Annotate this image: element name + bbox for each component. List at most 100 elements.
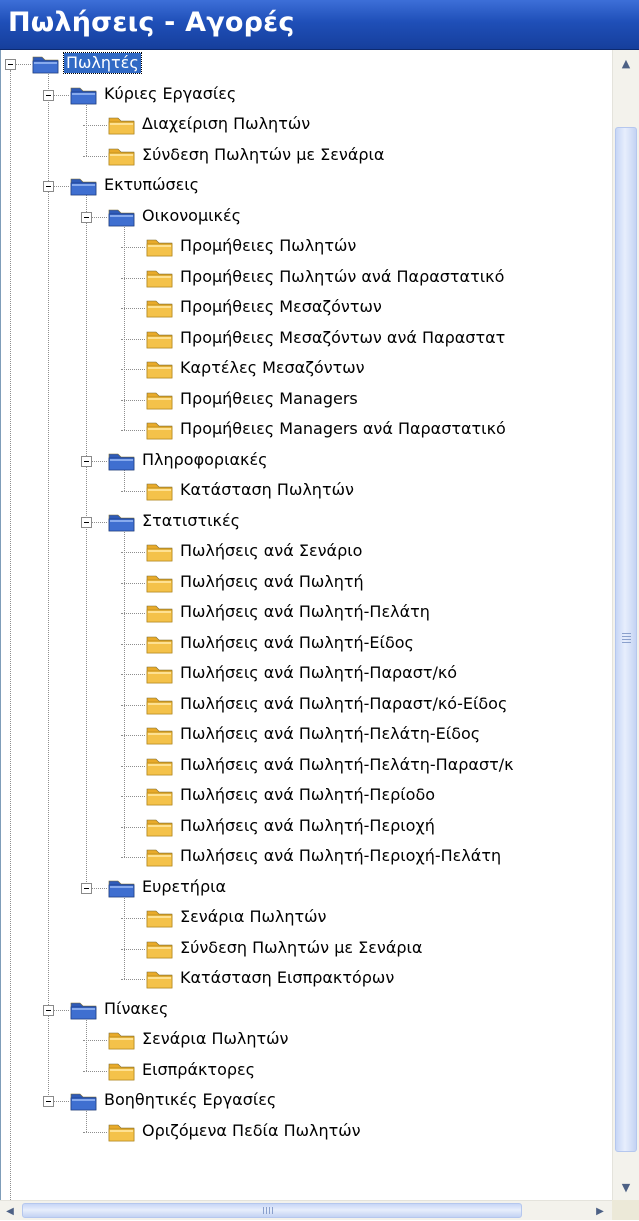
tree-item[interactable]: Εκτυπώσεις — [1, 171, 613, 201]
vertical-scroll-thumb[interactable] — [615, 127, 637, 1152]
tree-item[interactable]: Προμήθειες Μεσαζόντων ανά Παραστατ — [1, 324, 613, 354]
tree-item-label: Προμήθειες Μεσαζόντων ανά Παραστατ — [180, 327, 506, 347]
tree-item[interactable]: Πληροφοριακές — [1, 446, 613, 476]
scroll-left-button[interactable]: ◀ — [0, 1201, 20, 1221]
collapse-toggle[interactable] — [43, 1004, 54, 1016]
tree-item[interactable]: Πωλήσεις ανά Πωλητή-Περιοχή-Πελάτη — [1, 842, 613, 872]
tree-item[interactable]: Πωλήσεις ανά Πωλητή-Είδος — [1, 629, 613, 659]
tree-item[interactable]: Πίνακες — [1, 995, 613, 1025]
tree-item[interactable]: Κύριες Εργασίες — [1, 80, 613, 110]
scroll-left-arrow-icon: ◀ — [6, 1205, 14, 1217]
collapse-toggle[interactable] — [5, 59, 16, 70]
scroll-down-button[interactable]: ▼ — [613, 1174, 639, 1200]
tree-item-label: Πωλήσεις ανά Πωλητή-Πελάτη-Είδος — [180, 724, 481, 743]
folder-blue-icon — [107, 511, 137, 533]
folder-yellow-icon — [145, 602, 175, 624]
folder-yellow-icon — [145, 724, 175, 746]
tree-item-label: Προμήθειες Πωλητών ανά Παραστατικό — [180, 266, 505, 286]
folder-blue-icon — [107, 450, 137, 472]
folder-blue-icon — [69, 175, 99, 197]
horizontal-scrollbar[interactable]: ◀ ▶ — [0, 1200, 612, 1220]
tree-item-label: Προμήθειες Μεσαζόντων — [180, 297, 382, 316]
tree-item[interactable]: Σύνδεση Πωλητών με Σενάρια — [1, 934, 613, 964]
tree-item-label: Βοηθητικές Εργασίες — [104, 1090, 277, 1109]
tree-item[interactable]: Πωλήσεις ανά Πωλητή-Περιοχή — [1, 812, 613, 842]
scroll-right-button[interactable]: ▶ — [590, 1201, 610, 1221]
tree-item-label: Πωλήσεις ανά Πωλητή-Πελάτη-Παραστ/κ — [180, 754, 514, 774]
tree-item[interactable]: Καρτέλες Μεσαζόντων — [1, 354, 613, 384]
tree-item-label: Πωλητές — [63, 52, 142, 74]
collapse-toggle[interactable] — [43, 181, 54, 192]
scroll-up-button[interactable]: ▲ — [613, 50, 639, 76]
tree-item-label: Ευρετήρια — [142, 876, 227, 896]
tree-item-label: Στατιστικές — [142, 510, 240, 530]
tree-item[interactable]: Σενάρια Πωλητών — [1, 1025, 613, 1055]
tree-item-label: Σύνδεση Πωλητών με Σενάρια — [180, 937, 423, 957]
tree-view[interactable]: Πωλητές Κύριες Εργασίες Διαχείριση Πωλητών… — [0, 50, 613, 1200]
tree-item[interactable]: Πωλήσεις ανά Σενάριο — [1, 537, 613, 567]
tree-item-label: Σύνδεση Πωλητών με Σενάρια — [142, 144, 385, 164]
folder-yellow-icon — [145, 541, 175, 563]
tree-item[interactable]: Πωλήσεις ανά Πωλητή-Πελάτη-Παραστ/κ — [1, 751, 613, 781]
collapse-toggle[interactable] — [81, 455, 92, 467]
folder-blue-icon — [69, 84, 99, 106]
tree-item[interactable]: Ευρετήρια — [1, 873, 613, 903]
tree-item[interactable]: Προμήθειες Πωλητών — [1, 232, 613, 262]
tree-item[interactable]: Πωλήσεις ανά Πωλητή-Πελάτη-Είδος — [1, 720, 613, 750]
tree-item[interactable]: Οικονομικές — [1, 202, 613, 232]
tree-item-label: Σενάρια Πωλητών — [180, 907, 327, 926]
tree-item-label: Καρτέλες Μεσαζόντων — [180, 358, 365, 377]
tree-item-label: Πωλήσεις ανά Σενάριο — [180, 541, 363, 560]
folder-yellow-icon — [145, 480, 175, 502]
tree-item[interactable]: Πωλήσεις ανά Πωλητή-Παραστ/κό — [1, 659, 613, 689]
tree-item-label: Πωλήσεις ανά Πωλητή-Παραστ/κό-Είδος — [180, 693, 508, 713]
tree-item[interactable]: Διαχείριση Πωλητών — [1, 110, 613, 140]
tree-item[interactable]: Κατάσταση Πωλητών — [1, 476, 613, 506]
collapse-toggle[interactable] — [43, 89, 54, 101]
tree-item-label: Προμήθειες Πωλητών — [180, 236, 357, 255]
folder-yellow-icon — [145, 968, 175, 990]
tree-item[interactable]: Πωλητές — [1, 50, 613, 79]
tree-item[interactable]: Σενάρια Πωλητών — [1, 903, 613, 933]
tree-item[interactable]: Σύνδεση Πωλητών με Σενάρια — [1, 141, 613, 171]
folder-yellow-icon — [145, 419, 175, 441]
folder-yellow-icon — [145, 663, 175, 685]
tree-item[interactable]: Στατιστικές — [1, 507, 613, 537]
tree-item-label: Προμήθειες Managers ανά Παραστατικό — [180, 419, 506, 438]
scrollbar-corner — [612, 1200, 639, 1220]
collapse-toggle[interactable] — [43, 1096, 54, 1107]
vertical-scrollbar[interactable]: ▲ ▼ — [612, 50, 639, 1200]
tree-item-label: Προμήθειες Managers — [180, 388, 358, 408]
folder-yellow-icon — [145, 358, 175, 380]
folder-yellow-icon — [145, 907, 175, 929]
tree-item-label: Σενάρια Πωλητών — [142, 1029, 289, 1048]
tree-item-label: Διαχείριση Πωλητών — [142, 114, 311, 133]
tree-item-label: Πληροφοριακές — [142, 449, 268, 469]
window-title: Πωλήσεις - Αγορές — [8, 7, 295, 38]
tree-item[interactable]: Πωλήσεις ανά Πωλητή-Πελάτη — [1, 598, 613, 628]
tree-item[interactable]: Κατάσταση Εισπρακτόρων — [1, 964, 613, 994]
tree-item[interactable]: Πωλήσεις ανά Πωλητή-Περίοδο — [1, 781, 613, 811]
tree-item-label: Πωλήσεις ανά Πωλητή-Παραστ/κό — [180, 663, 458, 682]
tree-item[interactable]: Οριζόμενα Πεδία Πωλητών — [1, 1117, 613, 1147]
collapse-toggle[interactable] — [81, 516, 92, 528]
tree-item[interactable]: Προμήθειες Managers — [1, 385, 613, 415]
horizontal-scroll-thumb[interactable] — [22, 1203, 522, 1218]
scroll-down-arrow-icon: ▼ — [621, 1180, 631, 1194]
tree-item[interactable]: Προμήθειες Μεσαζόντων — [1, 293, 613, 323]
folder-yellow-icon — [145, 297, 175, 319]
tree-item[interactable]: Προμήθειες Πωλητών ανά Παραστατικό — [1, 263, 613, 293]
folder-yellow-icon — [145, 816, 175, 838]
folder-yellow-icon — [145, 328, 175, 350]
folder-blue-icon — [31, 53, 61, 75]
tree-item[interactable]: Πωλήσεις ανά Πωλητή-Παραστ/κό-Είδος — [1, 690, 613, 720]
folder-yellow-icon — [145, 236, 175, 258]
collapse-toggle[interactable] — [81, 882, 92, 894]
collapse-toggle[interactable] — [81, 211, 92, 223]
tree-item[interactable]: Προμήθειες Managers ανά Παραστατικό — [1, 415, 613, 445]
tree-item[interactable]: Εισπράκτορες — [1, 1056, 613, 1086]
folder-blue-icon — [107, 206, 137, 228]
folder-yellow-icon — [145, 389, 175, 411]
tree-item[interactable]: Βοηθητικές Εργασίες — [1, 1086, 613, 1116]
tree-item[interactable]: Πωλήσεις ανά Πωλητή — [1, 568, 613, 598]
